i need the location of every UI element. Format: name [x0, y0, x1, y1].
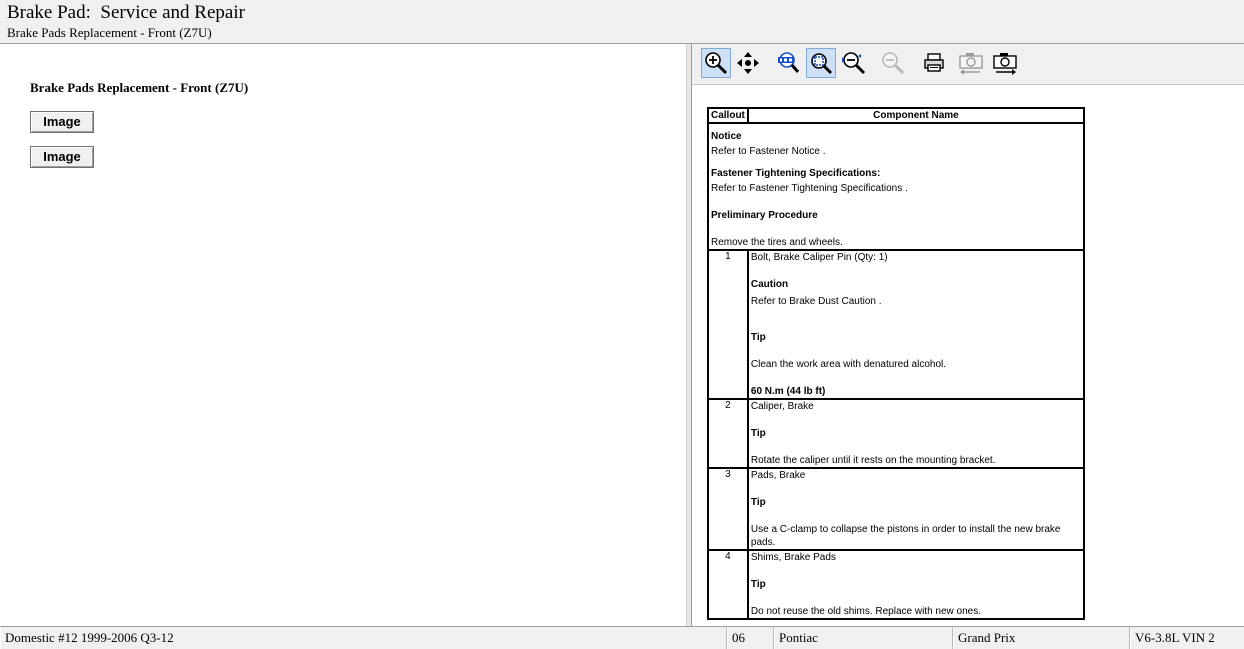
status-make: Pontiac	[774, 627, 953, 649]
camera-next-icon	[993, 53, 1017, 75]
tip-title: Tip	[750, 579, 766, 590]
callout-document: Callout Component Name Notice Refer to F…	[707, 107, 1086, 620]
preliminary-text: Remove the tires and wheels.	[711, 237, 843, 248]
callout-number: 2	[707, 398, 749, 469]
status-database: Domestic #12 1999-2006 Q3-12	[0, 627, 727, 649]
procedure-heading: Brake Pads Replacement - Front (Z7U)	[30, 80, 249, 95]
component-name: Shims, Brake Pads	[750, 552, 836, 563]
camera-previous-icon	[959, 53, 983, 75]
image-button-1[interactable]: Image	[30, 111, 94, 133]
table-row: 2 Caliper, Brake Tip Rotate the caliper …	[707, 398, 1086, 469]
tip-text: Clean the work area with denatured alcoh…	[750, 359, 947, 370]
component-cell: Shims, Brake Pads Tip Do not reuse the o…	[746, 549, 1086, 620]
notice-text: Refer to Fastener Notice .	[711, 146, 826, 157]
viewer-toolbar	[692, 44, 1244, 85]
callout-number: 1	[707, 249, 749, 400]
notice-title: Notice	[711, 131, 742, 142]
component-name: Pads, Brake	[750, 470, 806, 481]
page-title: Brake Pad: Service and Repair	[7, 2, 245, 23]
previous-image-button[interactable]	[956, 48, 986, 78]
next-image-button[interactable]	[990, 48, 1020, 78]
status-year: 06	[727, 627, 774, 649]
illustration-pane: Callout Component Name Notice Refer to F…	[692, 44, 1244, 626]
component-cell: Caliper, Brake Tip Rotate the caliper un…	[746, 398, 1086, 469]
page-subtitle: Brake Pads Replacement - Front (Z7U)	[7, 25, 212, 40]
intro-row: Notice Refer to Fastener Notice . Fasten…	[707, 122, 1085, 251]
table-header-row: Callout Component Name	[707, 107, 1086, 124]
tip-text: Do not reuse the old shims. Replace with…	[750, 606, 982, 617]
zoom-fit-button[interactable]	[806, 48, 836, 78]
zoom-out-disabled-icon	[882, 52, 905, 75]
callout-table: Callout Component Name Notice Refer to F…	[707, 107, 1086, 620]
table-row: 1 Bolt, Brake Caliper Pin (Qty: 1) Cauti…	[707, 249, 1086, 400]
procedure-pane: Brake Pads Replacement - Front (Z7U) Ima…	[0, 44, 686, 626]
zoom-in-button[interactable]	[701, 48, 731, 78]
component-cell: Bolt, Brake Caliper Pin (Qty: 1) Caution…	[746, 249, 1086, 400]
tip-text: Rotate the caliper until it rests on the…	[750, 455, 996, 466]
table-row: 4 Shims, Brake Pads Tip Do not reuse the…	[707, 549, 1086, 620]
callout-number: 3	[707, 467, 749, 551]
tip-title: Tip	[750, 428, 766, 439]
tip-text: Use a C-clamp to collapse the pistons in…	[750, 524, 1061, 548]
status-engine: V6-3.8L VIN 2	[1130, 627, 1244, 649]
zoom-fit-icon	[811, 53, 833, 75]
tip-title: Tip	[750, 332, 766, 343]
title-bar: Brake Pad: Service and Repair Brake Pads…	[0, 0, 1244, 44]
zoom-100-button[interactable]	[773, 48, 803, 78]
callout-number: 4	[707, 549, 749, 620]
component-name: Bolt, Brake Caliper Pin (Qty: 1)	[750, 252, 888, 263]
preliminary-title: Preliminary Procedure	[711, 210, 818, 221]
component-name: Caliper, Brake	[750, 401, 814, 412]
spec-text: Refer to Fastener Tightening Specificati…	[711, 183, 908, 194]
component-name-column-header: Component Name	[746, 107, 1086, 124]
print-button[interactable]	[919, 48, 949, 78]
status-model: Grand Prix	[953, 627, 1130, 649]
callout-column-header: Callout	[707, 107, 749, 124]
zoom-out-button[interactable]	[839, 48, 869, 78]
zoom-100-icon	[778, 52, 800, 73]
zoom-out-icon	[842, 52, 866, 75]
table-row: 3 Pads, Brake Tip Use a C-clamp to colla…	[707, 467, 1086, 551]
torque-spec: 60 N.m (44 lb ft)	[750, 386, 826, 397]
print-icon	[924, 53, 944, 72]
zoom-in-icon	[705, 52, 728, 75]
image-button-2[interactable]: Image	[30, 146, 94, 168]
spec-title: Fastener Tightening Specifications:	[711, 168, 881, 179]
zoom-out-disabled-button[interactable]	[878, 48, 908, 78]
pan-icon	[737, 52, 759, 74]
status-bar: Domestic #12 1999-2006 Q3-12 06 Pontiac …	[0, 626, 1244, 649]
caution-text: Refer to Brake Dust Caution .	[750, 296, 882, 307]
pan-button[interactable]	[733, 48, 763, 78]
tip-title: Tip	[750, 497, 766, 508]
component-cell: Pads, Brake Tip Use a C-clamp to collaps…	[746, 467, 1086, 551]
intro-cell: Notice Refer to Fastener Notice . Fasten…	[707, 122, 1085, 251]
caution-title: Caution	[750, 279, 789, 290]
